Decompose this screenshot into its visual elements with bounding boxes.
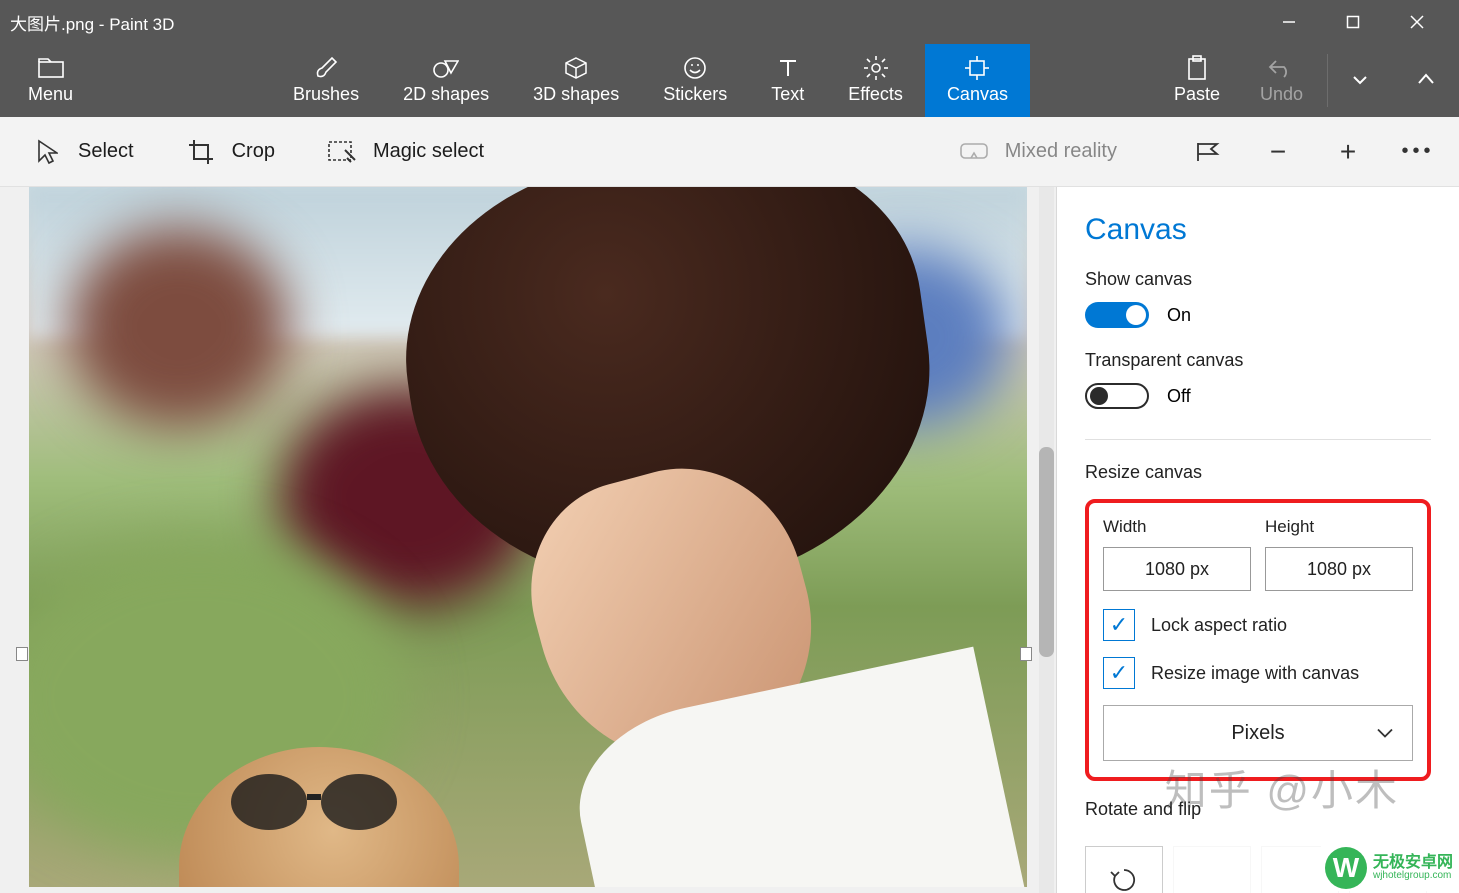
unit-value: Pixels [1231, 722, 1284, 745]
crop-tool[interactable]: Crop [160, 117, 301, 187]
cube-icon [564, 56, 588, 80]
stickers-tab[interactable]: Stickers [641, 44, 749, 117]
plus-icon: + [1340, 136, 1356, 168]
history-dropdown-button[interactable] [1342, 64, 1378, 98]
chevron-up-icon [1417, 73, 1435, 85]
width-input[interactable]: 1080 px [1103, 547, 1251, 591]
rotate-ccw-button[interactable] [1085, 846, 1163, 893]
mixed-reality-button: Mixed reality [933, 117, 1143, 187]
shapes2d-icon [433, 56, 459, 80]
brand-name: 无极安卓网 [1373, 855, 1453, 871]
shapes3d-tab[interactable]: 3D shapes [511, 44, 641, 117]
collapse-ribbon-button[interactable] [1403, 64, 1449, 98]
canvas-icon [964, 56, 990, 80]
image-content[interactable] [29, 187, 1027, 887]
menu-label: Menu [28, 84, 73, 105]
magic-select-icon [327, 140, 357, 164]
brand-logo-icon: W [1325, 847, 1367, 889]
canvas-workspace[interactable] [0, 187, 1056, 893]
panel-divider [1085, 439, 1431, 440]
resize-handle-left[interactable] [16, 647, 28, 661]
more-options-button[interactable]: ••• [1383, 117, 1453, 187]
resize-canvas-title: Resize canvas [1085, 462, 1431, 483]
flag-icon [1195, 141, 1221, 163]
check-icon: ✓ [1110, 612, 1128, 638]
effects-icon [863, 56, 889, 80]
title-bar: 大图片.png - Paint 3D [0, 0, 1459, 44]
panel-heading: Canvas [1085, 213, 1431, 247]
resize-with-canvas-label: Resize image with canvas [1151, 663, 1359, 684]
transparent-canvas-toggle[interactable] [1085, 383, 1149, 409]
effects-tab[interactable]: Effects [826, 44, 925, 117]
resize-with-canvas-checkbox[interactable]: ✓ [1103, 657, 1135, 689]
height-label: Height [1265, 517, 1413, 537]
window-close-button[interactable] [1385, 0, 1449, 44]
height-input[interactable]: 1080 px [1265, 547, 1413, 591]
brush-icon [314, 56, 338, 80]
chevron-down-icon [1352, 75, 1368, 85]
sticker-icon [683, 56, 707, 80]
window-maximize-button[interactable] [1321, 0, 1385, 44]
undo-icon [1268, 56, 1294, 80]
text-icon [776, 56, 800, 80]
width-label: Width [1103, 517, 1251, 537]
lock-aspect-checkbox[interactable]: ✓ [1103, 609, 1135, 641]
check-icon: ✓ [1110, 660, 1128, 686]
resize-highlight-box: Width 1080 px Height 1080 px ✓ Lock aspe… [1085, 499, 1431, 781]
canvas-tab[interactable]: Canvas [925, 44, 1030, 117]
paste-button[interactable]: Paste [1154, 44, 1240, 117]
ellipsis-icon: ••• [1401, 140, 1434, 163]
text-tab[interactable]: Text [749, 44, 826, 117]
menu-button[interactable]: Menu [0, 44, 101, 117]
clipboard-icon [1186, 56, 1208, 80]
minus-icon: − [1270, 136, 1286, 168]
zoom-in-button[interactable]: + [1313, 117, 1383, 187]
transparent-canvas-state: Off [1167, 386, 1191, 407]
window-minimize-button[interactable] [1257, 0, 1321, 44]
selection-toolbar: Select Crop Magic select Mixed reality −… [0, 117, 1459, 187]
chevron-down-icon [1376, 722, 1394, 745]
brushes-tab[interactable]: Brushes [271, 44, 381, 117]
shapes2d-tab[interactable]: 2D shapes [381, 44, 511, 117]
undo-button[interactable]: Undo [1240, 44, 1323, 117]
transparent-canvas-label: Transparent canvas [1085, 350, 1431, 371]
show-canvas-state: On [1167, 305, 1191, 326]
resize-handle-right[interactable] [1020, 647, 1032, 661]
lock-aspect-label: Lock aspect ratio [1151, 615, 1287, 636]
cursor-icon [32, 139, 62, 165]
view-3d-button[interactable] [1173, 117, 1243, 187]
zoom-out-button[interactable]: − [1243, 117, 1313, 187]
show-canvas-toggle[interactable] [1085, 302, 1149, 328]
folder-icon [38, 56, 64, 80]
vertical-scrollbar-thumb[interactable] [1039, 447, 1054, 657]
unit-dropdown[interactable]: Pixels [1103, 705, 1413, 761]
source-brand-badge: W 无极安卓网 wjhotelgroup.com [1321, 845, 1457, 891]
brand-domain: wjhotelgroup.com [1373, 871, 1453, 881]
watermark-text: 知乎 @小木 [1165, 757, 1399, 818]
rotate-ccw-icon [1109, 865, 1139, 893]
sunglasses-icon [224, 767, 404, 837]
rotate-cw-button[interactable] [1173, 846, 1251, 893]
show-canvas-label: Show canvas [1085, 269, 1431, 290]
select-tool[interactable]: Select [6, 117, 160, 187]
window-title: 大图片.png - Paint 3D [10, 10, 1257, 35]
vr-headset-icon [959, 142, 989, 162]
main-ribbon: Menu Brushes 2D shapes 3D shapes Sticker… [0, 44, 1459, 117]
crop-icon [186, 139, 216, 165]
magic-select-tool[interactable]: Magic select [301, 117, 510, 187]
